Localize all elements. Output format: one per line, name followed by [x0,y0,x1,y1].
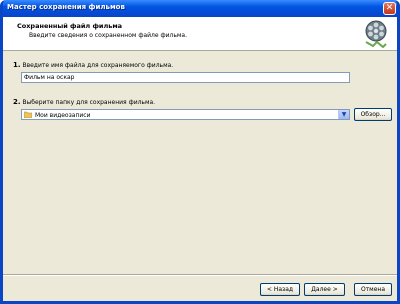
step2-label-text: Выберите папку для сохранения фильма. [22,99,156,106]
back-button[interactable]: < Назад [260,283,300,296]
step1-label-text: Введите имя файла для сохраняемого фильм… [22,62,174,69]
folder-value: Мои видеозаписи [35,112,91,119]
browse-button[interactable]: Обзор... [354,108,392,121]
step2-label: 2. Выберите папку для сохранения фильма. [13,98,155,106]
folder-select[interactable]: Мои видеозаписи ▼ [21,109,350,120]
chevron-down-icon[interactable]: ▼ [338,110,349,119]
wizard-window: Мастер сохранения фильмов ✕ Сохраненный … [0,0,400,304]
header-title: Сохраненный файл фильма [17,22,123,30]
step1-label: 1. Введите имя файла для сохраняемого фи… [13,61,173,69]
close-button[interactable]: ✕ [383,2,396,15]
wizard-header: Сохраненный файл фильма Введите сведения… [3,17,397,51]
step1-number: 1. [13,61,21,69]
footer-separator [3,274,397,276]
window-title: Мастер сохранения фильмов [7,3,125,11]
cancel-button[interactable]: Отмена [354,283,392,296]
step2-number: 2. [13,98,21,106]
folder-icon [24,111,32,118]
close-icon: ✕ [385,3,394,13]
filename-input[interactable]: Фильм на оскар [21,72,350,83]
wizard-content: 1. Введите имя файла для сохраняемого фи… [3,51,397,273]
header-subtitle: Введите сведения о сохраненном файле фил… [29,32,187,39]
title-bar[interactable]: Мастер сохранения фильмов ✕ [3,0,397,17]
film-reel-icon [365,20,387,48]
next-button[interactable]: Далее > [304,283,345,296]
